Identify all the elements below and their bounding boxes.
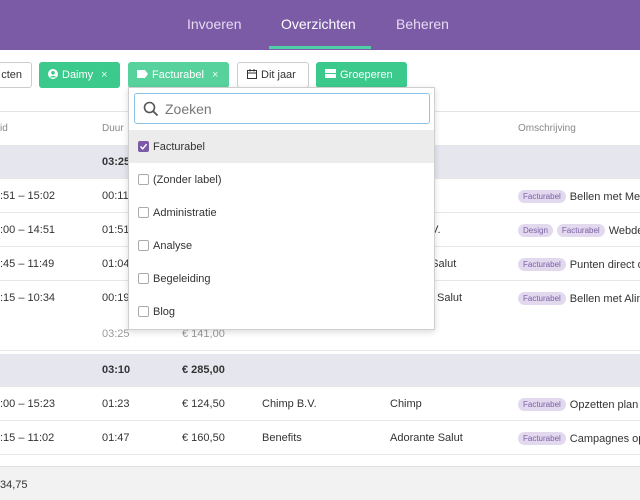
user-filter-chip[interactable]: Daimy × bbox=[39, 62, 120, 88]
column-tijd[interactable]: id bbox=[0, 123, 8, 134]
remove-user-filter-icon[interactable]: × bbox=[101, 69, 107, 81]
group-icon bbox=[325, 69, 336, 81]
calendar-icon bbox=[247, 68, 257, 82]
label-option-text: Analyse bbox=[153, 239, 193, 252]
description-text: Bellen met Alin bbox=[569, 293, 640, 305]
time-range: :15 – 11:02 bbox=[0, 432, 55, 444]
checkbox-icon[interactable] bbox=[138, 306, 149, 317]
label-tag: Design bbox=[518, 224, 553, 237]
checkbox-icon[interactable] bbox=[138, 273, 149, 284]
period-button[interactable]: Dit jaar bbox=[237, 62, 309, 88]
active-tab-indicator bbox=[269, 46, 371, 49]
duration: 01:23 bbox=[102, 398, 130, 410]
label-option-text: Blog bbox=[153, 305, 176, 318]
search-icon bbox=[143, 101, 159, 117]
label-tag: Facturabel bbox=[518, 292, 566, 305]
label-option-zonder-label[interactable]: (Zonder label) bbox=[129, 163, 434, 196]
label-option-text: Facturabel bbox=[153, 140, 205, 153]
description: Facturabel Campagnes op bbox=[518, 432, 640, 445]
tab-beheren[interactable]: Beheren bbox=[396, 16, 449, 32]
time-range: :00 – 15:23 bbox=[0, 398, 56, 410]
label-search-input[interactable] bbox=[165, 99, 420, 119]
description: Design Facturabel Webde bbox=[518, 224, 640, 237]
tab-invoeren[interactable]: Invoeren bbox=[187, 16, 241, 32]
group-duration: 03:10 bbox=[102, 364, 131, 376]
checkbox-icon[interactable] bbox=[138, 174, 149, 185]
description-text: Bellen met Mel bbox=[569, 191, 640, 203]
group-label: Groeperen bbox=[340, 69, 393, 81]
project: Chimp bbox=[390, 398, 422, 410]
label-tag: Facturabel bbox=[518, 258, 566, 271]
client: Benefits bbox=[262, 432, 302, 444]
user-filter-label: Daimy bbox=[62, 69, 94, 81]
amount: € 160,50 bbox=[182, 432, 225, 444]
time-range: :45 – 11:49 bbox=[0, 258, 55, 270]
group-row[interactable]: 03:10 € 285,00 bbox=[0, 354, 640, 387]
checkbox-icon[interactable] bbox=[138, 240, 149, 251]
time-range: :51 – 15:02 bbox=[0, 190, 56, 202]
group-button[interactable]: Groeperen bbox=[316, 62, 407, 88]
remove-label-filter-icon[interactable]: × bbox=[212, 69, 218, 81]
description: Facturabel Bellen met Alin bbox=[518, 292, 640, 305]
label-option-facturabel[interactable]: Facturabel bbox=[129, 130, 434, 163]
amount: € 124,50 bbox=[182, 398, 225, 410]
duration: 01:47 bbox=[102, 432, 130, 444]
checkbox-icon[interactable] bbox=[138, 207, 149, 218]
label-filter-label: Facturabel bbox=[152, 69, 204, 81]
label-option-begeleiding[interactable]: Begeleiding bbox=[129, 262, 434, 295]
duration: 01:04 bbox=[102, 258, 130, 270]
time-range: :15 – 10:34 bbox=[0, 292, 56, 304]
label-option-text: Begeleiding bbox=[153, 272, 211, 285]
label-option-administratie[interactable]: Administratie bbox=[129, 196, 434, 229]
time-range: :00 – 14:51 bbox=[0, 224, 56, 236]
duration: 00:19 bbox=[102, 292, 130, 304]
label-search-box[interactable] bbox=[134, 93, 430, 124]
checkbox-checked-icon[interactable] bbox=[138, 141, 149, 152]
label-filter-chip[interactable]: Facturabel × bbox=[128, 62, 229, 88]
table-row[interactable]: :00 – 15:23 01:23 € 124,50 Chimp B.V. Ch… bbox=[0, 388, 640, 421]
label-tag: Facturabel bbox=[556, 224, 605, 237]
column-omschrijving[interactable]: Omschrijving bbox=[518, 123, 576, 134]
table-footer: 34,75 bbox=[0, 466, 640, 500]
table-row[interactable]: :15 – 11:02 01:47 € 160,50 Benefits Ador… bbox=[0, 422, 640, 455]
label-tag: Facturabel bbox=[518, 190, 566, 203]
description-text: Campagnes op bbox=[569, 433, 640, 445]
description-text: Opzetten plan bbox=[569, 399, 639, 411]
client: Chimp B.V. bbox=[262, 398, 317, 410]
description: Facturabel Opzetten plan bbox=[518, 398, 638, 411]
footer-total: 34,75 bbox=[0, 479, 28, 491]
group-duration: 03:25 bbox=[102, 156, 131, 168]
description: Facturabel Punten direct o bbox=[518, 258, 640, 271]
label-option-analyse[interactable]: Analyse bbox=[129, 229, 434, 262]
column-duur[interactable]: Duur bbox=[102, 123, 124, 134]
description-text: Webde bbox=[608, 225, 640, 237]
group-amount: € 285,00 bbox=[182, 364, 225, 376]
user-icon bbox=[48, 68, 58, 82]
label-filter-dropdown: Facturabel (Zonder label) Administratie … bbox=[128, 87, 435, 330]
description-text: Punten direct o bbox=[569, 259, 640, 271]
label-option-blog[interactable]: Blog bbox=[129, 295, 434, 328]
label-tag: Facturabel bbox=[518, 398, 566, 411]
project: Salut bbox=[437, 292, 463, 304]
projects-filter-label: cten bbox=[1, 69, 22, 81]
subtotal-duration: 03:25 bbox=[102, 328, 130, 340]
label-tag: Facturabel bbox=[518, 432, 566, 445]
project: Adorante Salut bbox=[390, 432, 463, 444]
label-option-text: (Zonder label) bbox=[153, 173, 222, 186]
tab-overzichten[interactable]: Overzichten bbox=[281, 16, 356, 32]
duration: 00:11 bbox=[102, 190, 129, 202]
tag-icon bbox=[137, 69, 148, 81]
period-label: Dit jaar bbox=[261, 69, 296, 81]
top-nav: Invoeren Overzichten Beheren bbox=[0, 0, 640, 50]
duration: 01:51 bbox=[102, 224, 130, 236]
projects-filter-button[interactable]: cten bbox=[0, 62, 32, 88]
description: Facturabel Bellen met Mel bbox=[518, 190, 640, 203]
label-option-text: Administratie bbox=[153, 206, 217, 219]
